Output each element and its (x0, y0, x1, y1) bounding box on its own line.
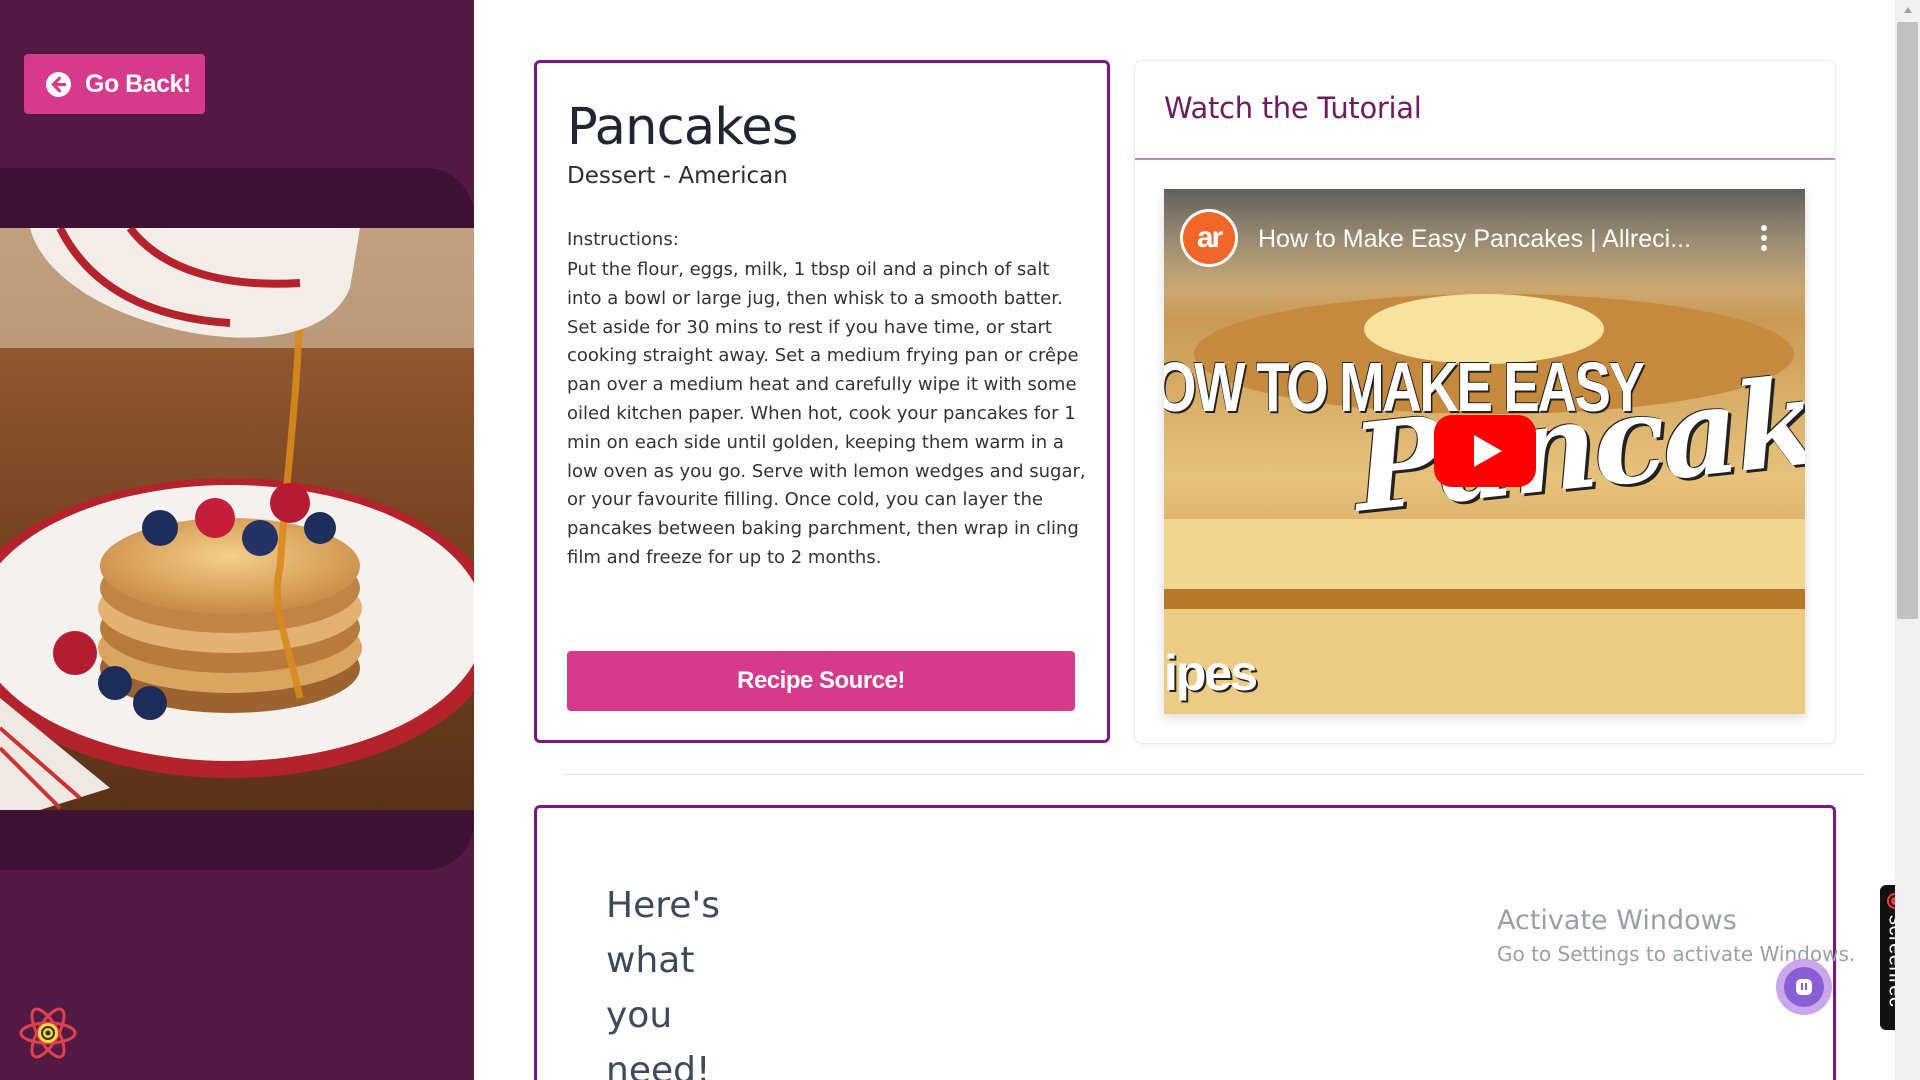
recipe-title: Pancakes (567, 98, 798, 157)
channel-avatar-text: ar (1183, 212, 1235, 264)
vertical-scrollbar[interactable] (1895, 0, 1920, 1080)
recipe-source-button[interactable]: Recipe Source! (567, 651, 1075, 711)
tutorial-heading: Watch the Tutorial (1164, 91, 1422, 125)
recipe-image (0, 228, 474, 810)
section-divider (563, 774, 1865, 775)
sidebar: Go Back! (0, 0, 474, 1080)
watermark-title: Activate Windows (1497, 905, 1737, 936)
react-logo-icon[interactable] (18, 1003, 78, 1063)
scroll-up-arrow-icon[interactable] (1895, 0, 1920, 20)
chat-widget-button[interactable] (1776, 959, 1832, 1015)
youtube-play-icon[interactable] (1434, 415, 1536, 487)
scrollbar-thumb[interactable] (1897, 22, 1918, 619)
recipe-category: Dessert - American (567, 163, 788, 189)
recipe-card: Pancakes Dessert - American Instructions… (534, 60, 1110, 743)
video-title[interactable]: How to Make Easy Pancakes | Allreci... (1258, 225, 1691, 254)
tutorial-header: Watch the Tutorial (1135, 61, 1835, 160)
instructions-text: Put the flour, eggs, milk, 1 tbsp oil an… (567, 259, 1086, 568)
windows-activation-watermark: Activate Windows Go to Settings to activ… (1497, 905, 1855, 966)
arrow-left-circle-icon (46, 71, 71, 97)
channel-avatar[interactable]: ar (1180, 209, 1238, 267)
instructions-label: Instructions: (567, 229, 679, 250)
youtube-video-embed[interactable]: OW TO MAKE EASY Pancakes ipes ar How to … (1164, 189, 1805, 714)
go-back-button[interactable]: Go Back! (24, 54, 205, 114)
tutorial-card: Watch the Tutorial OW TO MAKE EASY Panca… (1134, 60, 1836, 744)
chat-icon (1784, 967, 1824, 1007)
go-back-label: Go Back! (85, 69, 191, 98)
thumbnail-text-line3: ipes (1164, 645, 1258, 701)
recipe-image-frame (0, 168, 474, 870)
ingredients-heading: Here's what you need! (606, 885, 721, 1080)
kebab-menu-icon[interactable] (1754, 223, 1774, 253)
